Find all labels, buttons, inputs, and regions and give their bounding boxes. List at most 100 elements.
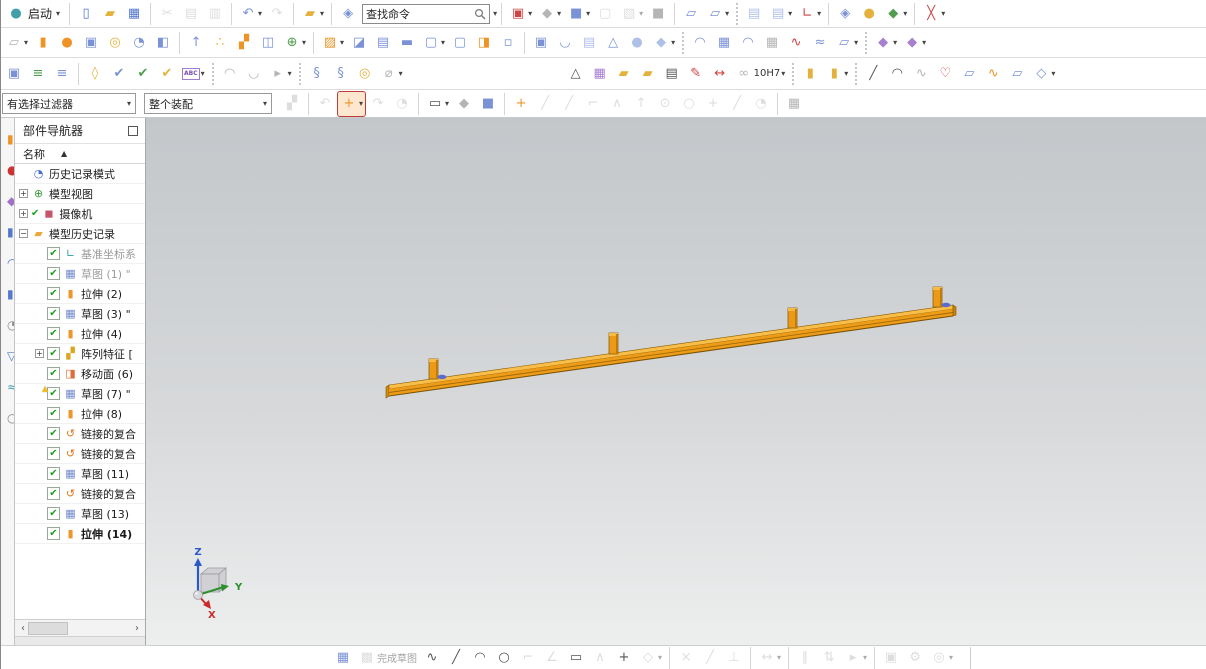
pocket-button[interactable]: ◔ [128, 31, 150, 55]
snap-intersection-button[interactable]: ∧ [606, 92, 628, 116]
dropdown-caret-icon[interactable]: ▾ [777, 653, 781, 662]
quick-extend-button[interactable]: ╱ [699, 647, 721, 669]
bend-button[interactable]: ◡ [554, 31, 576, 55]
tree-item[interactable]: ✔ ▦ 草图 (1) " [15, 264, 145, 284]
layer-settings-button[interactable]: ≡ [27, 62, 49, 86]
checkbox[interactable]: ✔ ▲ [42, 384, 60, 400]
extrude-button[interactable]: ▮ [32, 31, 54, 55]
layer-visibility-button[interactable]: ≡ [51, 62, 73, 86]
snap-point-on-curve-button[interactable]: + [702, 92, 724, 116]
section-view-button[interactable]: ▢ [594, 2, 616, 26]
dropdown-caret-icon[interactable]: ▾ [788, 9, 792, 18]
dropdown-caret-icon[interactable]: ▾ [941, 9, 945, 18]
line-button[interactable]: ╱ [862, 62, 884, 86]
display-constraints-button[interactable]: ▸ ▾ [842, 647, 869, 669]
resource-bar-icon[interactable]: ▮ [7, 132, 14, 146]
dropdown-caret-icon[interactable]: ▾ [258, 9, 262, 18]
command-help-button[interactable]: ◈ [337, 2, 359, 26]
arc-tool-button[interactable]: ◠ [469, 647, 491, 669]
thicken-button[interactable]: ◨ [473, 31, 495, 55]
fit-view-button[interactable]: ▣ ▾ [507, 2, 534, 26]
command-finder-caret[interactable]: ▾ [493, 9, 497, 18]
studio-spline-button[interactable]: ∿ [910, 62, 932, 86]
pattern-feature-button[interactable]: ▞ [233, 31, 255, 55]
checkbox[interactable]: ✔ [47, 487, 60, 500]
expander-icon[interactable]: + [35, 349, 44, 358]
tree-item[interactable]: ✔ ▮ 拉伸 (2) [15, 284, 145, 304]
dropdown-caret-icon[interactable]: ▾ [817, 9, 821, 18]
sort-ascending-icon[interactable]: ▲ [61, 149, 67, 158]
washer-button[interactable]: ◎ [354, 62, 376, 86]
cascade-windows-button[interactable]: ▱ ▾ [704, 2, 731, 26]
dropdown-caret-icon[interactable]: ▾ [320, 9, 324, 18]
geometric-constraints-button[interactable]: ∥ [794, 647, 816, 669]
section-curve-button[interactable]: ♡ [934, 62, 956, 86]
assembly-constraints-button[interactable]: ▞ [281, 92, 303, 116]
make-corner-button[interactable]: ⊥ [723, 647, 745, 669]
checkbox[interactable]: ✔ [47, 327, 60, 340]
dropdown-caret-icon[interactable]: ▾ [586, 9, 590, 18]
resource-bar-icon[interactable]: ◔ [7, 318, 14, 332]
resource-bar-icon[interactable]: ○ [7, 411, 14, 425]
dropdown-caret-icon[interactable]: ▾ [893, 38, 897, 47]
checkbox[interactable]: ✔ [47, 407, 60, 420]
snap-midpoint-button[interactable]: ╱ [558, 92, 580, 116]
checkbox[interactable]: ✔ [47, 447, 60, 460]
part-navigator-list-button[interactable]: ▤ [743, 2, 765, 26]
assembly-navigator-list-button[interactable]: ▤ ▾ [767, 2, 794, 26]
emboss-sheet-button[interactable]: ▱ ▾ [833, 31, 860, 55]
point-set-button[interactable]: ▰ [613, 62, 635, 86]
snap-endpoint-button[interactable]: ╱ [534, 92, 556, 116]
triangle-symbol-button[interactable]: △ [565, 62, 587, 86]
trim-body-button[interactable]: ▨ ▾ [319, 31, 346, 55]
trim-sheet-button[interactable]: ▬ [396, 31, 418, 55]
scroll-right-icon[interactable]: › [132, 623, 142, 634]
replay-feature-button[interactable]: ✔ [108, 62, 130, 86]
tree-item[interactable]: ✔ ▦ 草图 (13) [15, 504, 145, 524]
group-features-button[interactable]: ▰ [637, 62, 659, 86]
studio-surface-button[interactable]: ∿ [785, 31, 807, 55]
window-style-button[interactable]: ■ [647, 2, 669, 26]
tree-item[interactable]: ✔ ↺ 链接的复合 [15, 484, 145, 504]
sketch-task-button[interactable]: ▦ [332, 647, 354, 669]
checkbox[interactable]: ✔ [47, 267, 60, 280]
boss-button[interactable]: ◎ [104, 31, 126, 55]
rapid-dimension-button[interactable]: ↔ ▾ [756, 647, 783, 669]
wcs-dynamics-button[interactable]: ∟ ▾ [796, 2, 823, 26]
tabular-note-button[interactable]: ▦ [589, 62, 611, 86]
expander-icon[interactable]: + [19, 189, 28, 198]
highlight-shaded-button[interactable]: ◆ [453, 92, 475, 116]
checkbox[interactable]: ✔ [47, 527, 60, 540]
checkbox[interactable]: ✔ [47, 467, 60, 480]
text-button[interactable]: ABC ▾ [180, 62, 207, 86]
through-curves-button[interactable]: ▦ [713, 31, 735, 55]
navigator-horizontal-scrollbar[interactable]: ‹ › [15, 619, 145, 636]
no-selection-filter-button[interactable]: ╳ ▾ [920, 2, 947, 26]
lock-button[interactable]: ▮ [799, 62, 821, 86]
new-file-button[interactable]: ▯ [75, 2, 97, 26]
tree-item[interactable]: + ⊕ 模型视图 [15, 184, 145, 204]
tree-item[interactable]: ✔ ∟ 基准坐标系 [15, 244, 145, 264]
tree-item[interactable]: ✔ ▮ 拉伸 (8) [15, 404, 145, 424]
polygon-tool-button[interactable]: ∧ [589, 647, 611, 669]
reset-filter-button[interactable]: ↷ [367, 92, 389, 116]
tree-item[interactable]: ✔ ◨ 移动面 (6) [15, 364, 145, 384]
touch-mode-button[interactable]: ● [858, 2, 880, 26]
tree-item[interactable]: ✔ ▦ 草图 (3) " [15, 304, 145, 324]
tree-item[interactable]: ✔ ▦ 草图 (11) [15, 464, 145, 484]
unlock-button[interactable]: ▮ ▾ [823, 62, 850, 86]
checkbox[interactable]: ✔ [47, 247, 60, 260]
visual-reporting-button[interactable]: ◆ ▾ [882, 2, 909, 26]
dropdown-caret-icon[interactable]: ▾ [863, 653, 867, 662]
unite-button[interactable]: ⊕ ▾ [281, 31, 308, 55]
dropdown-caret-icon[interactable]: ▾ [201, 69, 205, 78]
tree-item[interactable]: ◔ 历史记录模式 [15, 164, 145, 184]
cavity-button[interactable]: ▢ [449, 31, 471, 55]
sheet-operations-button[interactable]: ▱ ▾ [3, 31, 30, 55]
grid-button[interactable]: ▦ [783, 92, 805, 116]
expander-icon[interactable]: + [19, 209, 28, 218]
snap-existing-point-button[interactable]: ○ [678, 92, 700, 116]
spring-button[interactable]: § [330, 62, 352, 86]
tree-item[interactable]: ✔ ▮ 拉伸 (4) [15, 324, 145, 344]
note-editor-button[interactable]: ▤ [661, 62, 683, 86]
